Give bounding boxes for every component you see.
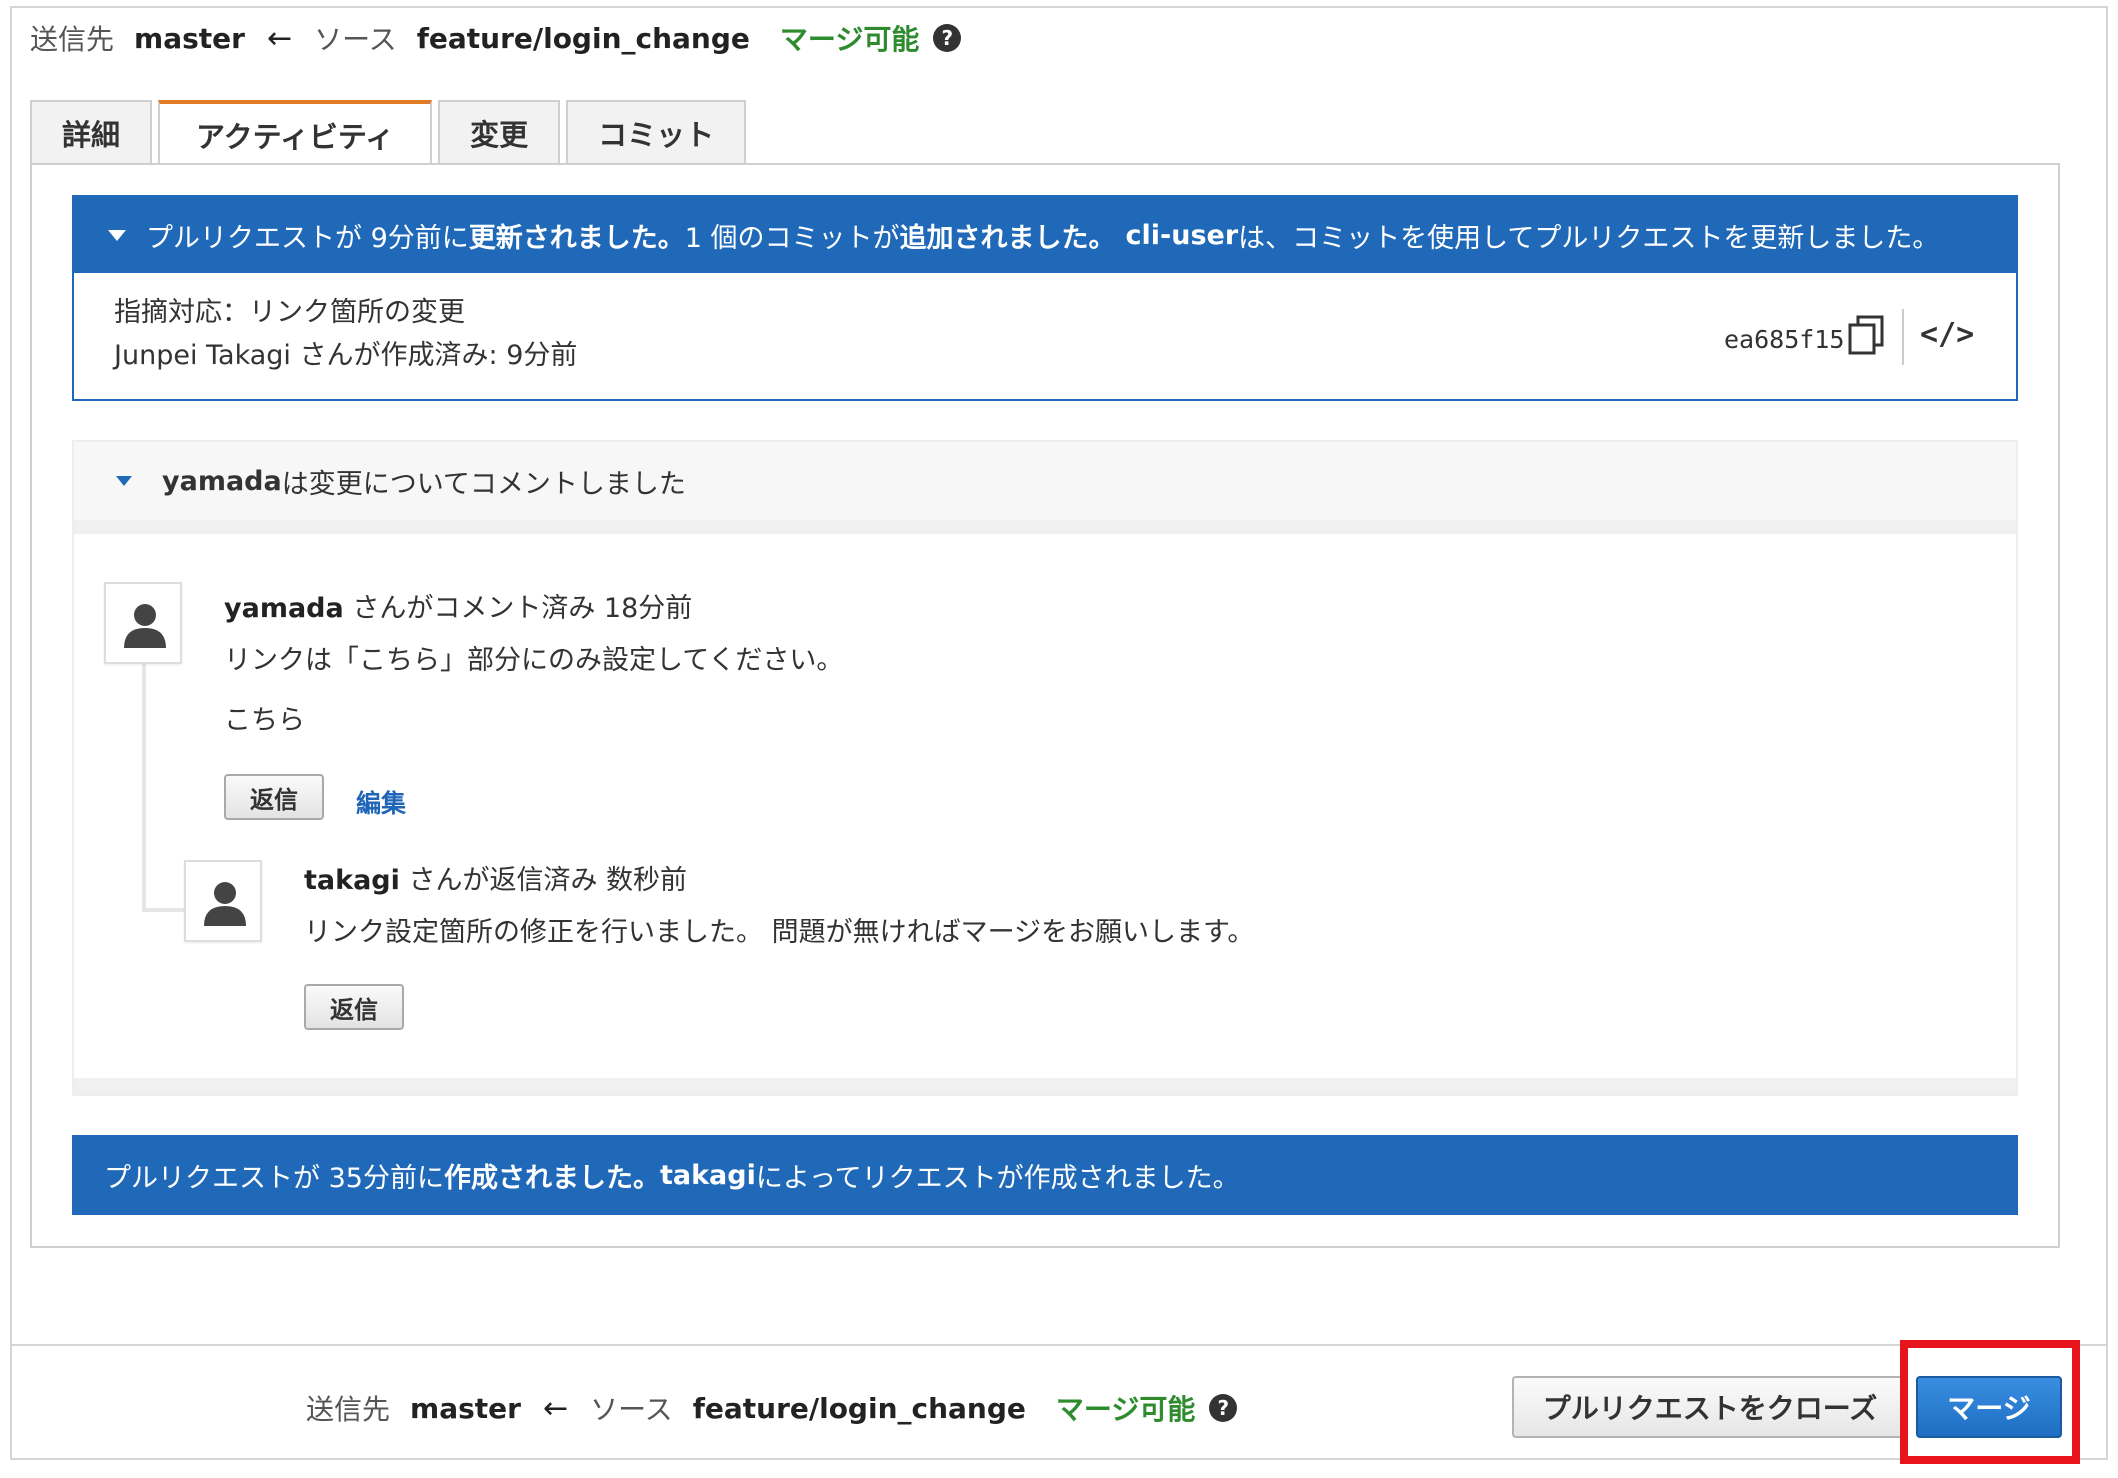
copy-icon[interactable] — [1846, 313, 1888, 357]
merge-highlight-box — [1900, 1340, 2080, 1464]
comment-thread: yamada は変更についてコメントしました yamada さんがコメント済み … — [72, 440, 2018, 1096]
comment-header-text: は変更についてコメントしました — [281, 468, 686, 500]
comment-thread-footer — [74, 1078, 2016, 1094]
comment-meta: yamada さんがコメント済み 18分前 — [224, 586, 692, 625]
commit-info: 指摘対応：リンク箇所の変更 Junpei Takagi さんが作成済み: 9分前 — [114, 291, 577, 377]
destination-branch: master — [134, 21, 245, 55]
update-event-text-3: は、コミットを使用してプルリクエストを更新しました。 — [1238, 222, 1940, 254]
caret-down-icon[interactable] — [108, 229, 126, 241]
activity-panel: プルリクエストが 9分前に 更新されました。 1 個のコミットが 追加されました。 cl… — [30, 163, 2060, 1248]
source-label: ソース — [314, 23, 397, 56]
branch-info-bottom: 送信先 master ← ソース feature/login_change マー… — [306, 1388, 1238, 1428]
caret-down-icon[interactable] — [116, 476, 132, 486]
reply-button[interactable]: 返信 — [304, 984, 404, 1030]
update-event-bar[interactable]: プルリクエストが 9分前に 更新されました。 1 個のコミットが 追加されました。 cl… — [72, 195, 2018, 275]
comment-body: リンクは「こちら」部分にのみ設定してください。 — [224, 645, 844, 676]
commit-hash[interactable]: ea685f15 — [1724, 325, 1844, 354]
avatar — [184, 860, 262, 942]
user-icon — [124, 604, 166, 648]
reply-meta: takagi さんが返信済み 数秒前 — [304, 858, 687, 897]
help-icon[interactable]: ? — [1209, 1394, 1238, 1422]
comment-user: yamada — [224, 593, 344, 624]
tab-commits[interactable]: コミット — [566, 100, 747, 164]
comment-time: さんがコメント済み 18分前 — [343, 593, 693, 624]
avatar — [104, 582, 182, 664]
branch-info-top: 送信先 master ← ソース feature/login_change マー… — [30, 18, 962, 58]
destination-branch: master — [410, 1391, 521, 1425]
edit-link[interactable]: 編集 — [356, 784, 406, 820]
create-event-bar: プルリクエストが 35分前に 作成されました。 takagi によってリクエストが作… — [72, 1135, 2018, 1215]
update-event-text-2: 1 個のコミットが — [684, 222, 900, 254]
close-pull-request-button[interactable]: プルリクエストをクローズ — [1512, 1376, 1908, 1438]
tab-changes[interactable]: 変更 — [438, 100, 561, 164]
update-event-text: プルリクエストが 9分前に — [146, 222, 469, 254]
destination-label: 送信先 — [30, 23, 115, 56]
left-arrow-icon: ← — [266, 20, 293, 56]
thread-connector-h — [142, 908, 188, 912]
reply-time: さんが返信済み 数秒前 — [399, 865, 688, 896]
reply-body: リンク設定箇所の修正を行いました。 問題が無ければマージをお願いします。 — [304, 917, 1255, 948]
divider — [1902, 309, 1904, 365]
merge-status: マージ可能 — [779, 23, 920, 56]
comment-body-link[interactable]: こちら — [224, 698, 305, 737]
comment-thread-header[interactable]: yamada は変更についてコメントしました — [74, 442, 2016, 534]
browse-code-icon[interactable]: </> — [1920, 317, 1974, 352]
source-label: ソース — [590, 1393, 673, 1426]
create-event-text: プルリクエストが 35分前に — [104, 1162, 444, 1194]
destination-label: 送信先 — [306, 1393, 391, 1426]
reply-user: takagi — [304, 865, 400, 896]
tab-bar: 詳細 アクティビティ 変更 コミット — [30, 100, 752, 166]
commit-card: 指摘対応：リンク箇所の変更 Junpei Takagi さんが作成済み: 9分前… — [72, 273, 2018, 401]
update-event-bold: 更新されました。 — [468, 222, 685, 254]
create-event-text-2: によってリクエストが作成されました。 — [755, 1162, 1240, 1194]
update-event-user: cli-user — [1125, 219, 1239, 251]
commit-author: Junpei Takagi さんが作成済み: 9分前 — [114, 340, 578, 371]
commit-message: 指摘対応：リンク箇所の変更 — [114, 297, 465, 328]
help-icon[interactable]: ? — [933, 24, 962, 52]
create-event-user: takagi — [659, 1159, 756, 1191]
footer-divider — [10, 1344, 2108, 1346]
tab-details[interactable]: 詳細 — [30, 100, 153, 164]
left-arrow-icon: ← — [542, 1390, 569, 1426]
create-event-bold: 作成されました。 — [443, 1162, 660, 1194]
thread-connector — [142, 664, 146, 912]
merge-status: マージ可能 — [1055, 1393, 1196, 1426]
user-icon — [204, 882, 246, 926]
source-branch: feature/login_change — [416, 21, 750, 55]
update-event-bold-2: 追加されました。 — [899, 222, 1116, 254]
comment-header-user: yamada — [162, 465, 282, 497]
reply-button[interactable]: 返信 — [224, 774, 324, 820]
source-branch: feature/login_change — [692, 1391, 1026, 1425]
tab-activity[interactable]: アクティビティ — [158, 100, 433, 166]
